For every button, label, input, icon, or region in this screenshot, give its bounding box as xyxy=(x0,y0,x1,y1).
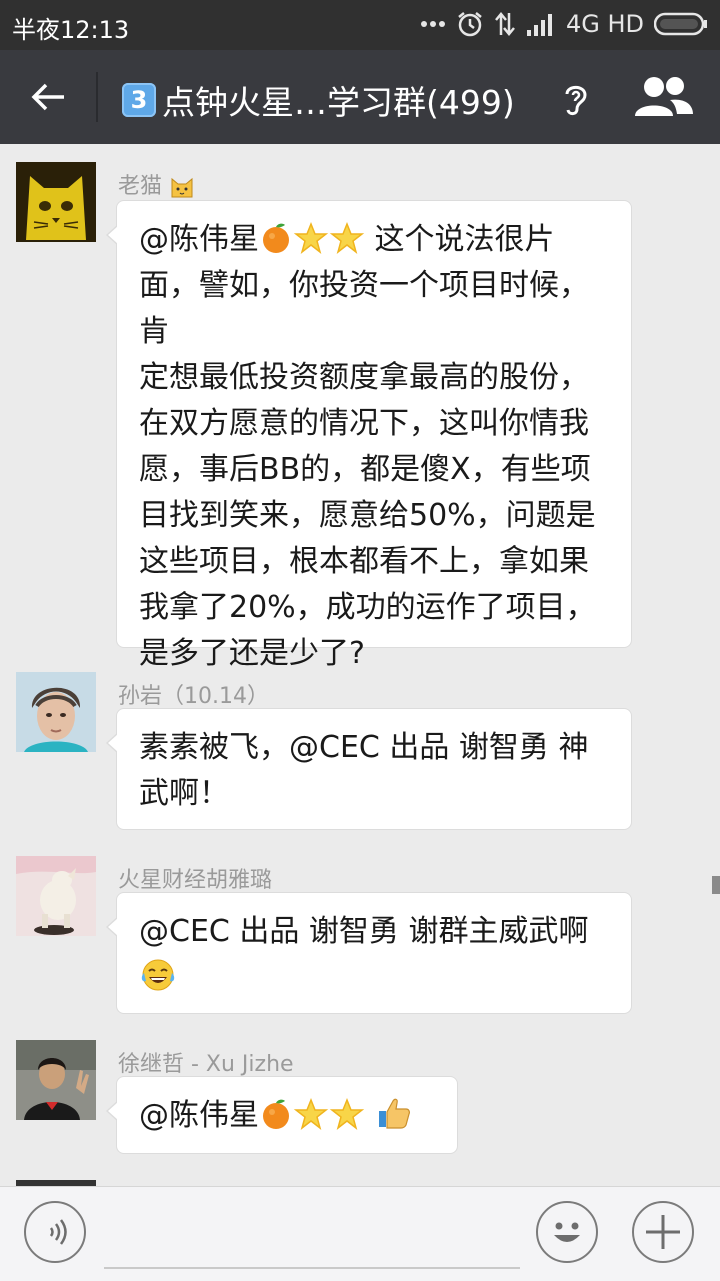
nav-bar: 3 点钟火星…学习群(499) xyxy=(0,50,720,144)
emoji-button[interactable] xyxy=(536,1201,598,1263)
message-line: 素素被飞，@CEC 出品 谢智勇 神 xyxy=(139,730,589,765)
status-icons: 4G HD xyxy=(420,10,708,38)
chat-title: 3 点钟火星…学习群(499) xyxy=(122,76,515,124)
nav-divider xyxy=(96,72,98,122)
message-line: @陈伟星 xyxy=(139,1093,435,1139)
message-bubble[interactable]: 素素被飞，@CEC 出品 谢智勇 神 武啊！ xyxy=(106,708,632,830)
message-bubble[interactable]: @陈伟星 xyxy=(106,1076,458,1154)
message-line: 目找到笑来，愿意给50%，问题是 xyxy=(139,498,596,533)
message-line: 我拿了20%，成功的运作了项目， xyxy=(139,590,596,625)
voice-button[interactable] xyxy=(24,1201,86,1263)
group-members-button[interactable] xyxy=(632,74,696,120)
message-line: 武啊！ xyxy=(139,776,229,811)
scroll-handle[interactable] xyxy=(712,876,720,894)
group-members-icon xyxy=(635,77,693,116)
tangerine-icon xyxy=(263,223,289,253)
message-line: 这些项目，根本都看不上，拿如果 xyxy=(139,544,589,579)
alarm-icon xyxy=(458,12,482,37)
signal-icon xyxy=(526,14,552,36)
mention-text: @陈伟星 xyxy=(139,1098,259,1133)
data-arrows-icon xyxy=(495,12,515,36)
sender-name-row: 老猫 xyxy=(118,168,195,200)
ear-mode-button[interactable] xyxy=(556,78,596,118)
laughing-tears-icon xyxy=(141,959,175,991)
message-bubble[interactable]: @CEC 出品 谢智勇 谢群主威武啊 xyxy=(106,892,632,1014)
back-button[interactable] xyxy=(16,68,80,126)
message-input[interactable] xyxy=(104,1201,520,1269)
message-line xyxy=(139,955,609,1001)
message-line: 在双方愿意的情况下，这叫你情我 xyxy=(139,406,589,441)
tangerine-icon xyxy=(263,1099,289,1129)
mention-text: @陈伟星 xyxy=(139,222,259,257)
message-line: 愿，事后BB的，都是傻X，有些项 xyxy=(139,452,591,487)
input-bar xyxy=(0,1186,720,1281)
message-line: 定想最低投资额度拿最高的股份， xyxy=(139,360,589,395)
glowing-star-icon xyxy=(329,1097,365,1130)
status-bar: 半夜12:13 4G HD xyxy=(0,0,720,50)
avatar[interactable] xyxy=(16,162,96,242)
message-line: 是多了还是少了? xyxy=(139,636,365,671)
back-arrow-icon xyxy=(31,83,64,111)
avatar[interactable] xyxy=(16,856,96,936)
avatar[interactable] xyxy=(16,672,96,752)
plus-icon xyxy=(646,1215,680,1249)
message-line: @陈伟星 这个说法很片 xyxy=(139,217,609,263)
status-time: 半夜12:13 xyxy=(12,16,130,44)
battery-icon xyxy=(654,12,707,36)
cat-face-icon xyxy=(171,177,193,198)
sender-name: 老猫 xyxy=(118,174,163,199)
message-line: 面，譬如，你投资一个项目时候，肯 xyxy=(139,268,589,349)
sender-name: 徐继哲 - Xu Jizhe xyxy=(118,1052,294,1077)
network-label: 4G HD xyxy=(565,10,644,38)
more-dots-icon xyxy=(420,21,445,27)
voice-icon xyxy=(49,1219,67,1245)
message-text: 这个说法很片 xyxy=(374,222,555,257)
group-number-badge: 3 xyxy=(122,83,156,117)
emoji-icon xyxy=(554,1222,580,1242)
message-bubble[interactable]: @陈伟星 这个说法很片 面，譬如，你投资一个项目时候，肯 定想最低投资额度拿最高… xyxy=(106,200,632,671)
glowing-star-icon xyxy=(329,221,365,254)
avatar[interactable] xyxy=(16,1040,96,1120)
chat-area[interactable]: 老猫 @陈伟星 这个说法很片 面，譬如，你投资一个项目时候，肯 定想最低投资额度… xyxy=(0,144,720,1186)
glowing-star-icon xyxy=(293,221,329,254)
sender-name: 火星财经胡雅璐 xyxy=(118,868,273,893)
more-functions-button[interactable] xyxy=(632,1201,694,1263)
ear-icon xyxy=(565,85,587,116)
message-line: @CEC 出品 谢智勇 谢群主威武啊 xyxy=(139,914,589,949)
glowing-star-icon xyxy=(293,1097,329,1130)
thumbs-up-icon xyxy=(378,1098,410,1129)
chat-title-text: 点钟火星…学习群(499) xyxy=(162,83,515,122)
sender-name: 孙岩（10.14） xyxy=(118,684,269,709)
